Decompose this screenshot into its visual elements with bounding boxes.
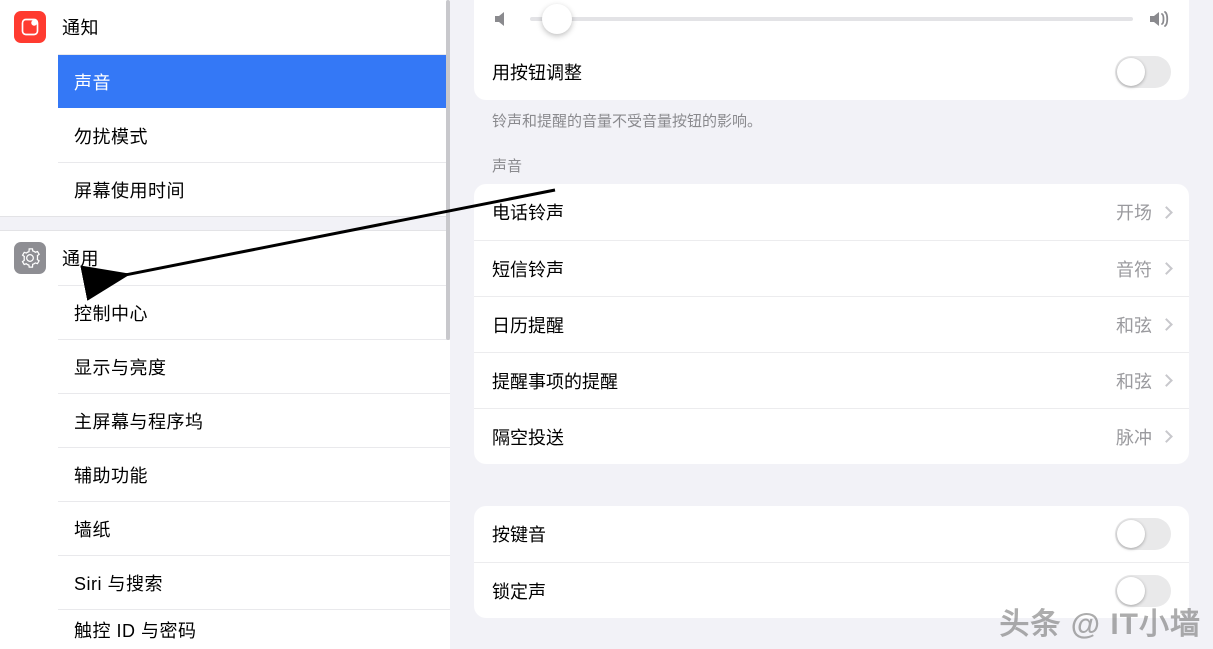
cell-label: 隔空投送	[492, 424, 564, 450]
cell-value: 开场	[1116, 199, 1152, 225]
cell-value: 和弦	[1116, 368, 1152, 394]
sidebar-item-label: 通用	[62, 245, 99, 271]
sidebar-item-label: 屏幕使用时间	[74, 177, 185, 203]
do-not-disturb-icon	[14, 120, 46, 152]
chevron-right-icon	[1160, 374, 1173, 387]
volume-slider[interactable]	[530, 17, 1133, 21]
sidebar-item-accessibility[interactable]: 辅助功能	[58, 447, 450, 501]
sidebar-item-label: 显示与亮度	[74, 354, 167, 380]
sidebar-item-notifications[interactable]: 通知	[0, 0, 450, 54]
sidebar-item-control-center[interactable]: 控制中心	[58, 285, 450, 339]
cell-label: 锁定声	[492, 578, 546, 604]
speaker-low-icon	[492, 7, 516, 31]
group-header-sounds: 声音	[474, 131, 1189, 184]
cell-airdrop[interactable]: 隔空投送 脉冲	[474, 408, 1189, 464]
sound-icon	[14, 66, 46, 98]
sidebar-item-homescreen[interactable]: 主屏幕与程序坞	[58, 393, 450, 447]
sidebar-item-label: 勿扰模式	[74, 123, 148, 149]
cell-label: 日历提醒	[492, 312, 564, 338]
cell-label: 电话铃声	[492, 199, 564, 225]
cell-ringtone[interactable]: 电话铃声 开场	[474, 184, 1189, 240]
cell-value: 音符	[1116, 256, 1152, 282]
screentime-icon	[14, 174, 46, 206]
wallpaper-icon	[14, 513, 46, 545]
cell-label: 短信铃声	[492, 256, 564, 282]
cell-label: 按键音	[492, 521, 546, 547]
cell-label: 提醒事项的提醒	[492, 368, 618, 394]
homescreen-icon	[14, 405, 46, 437]
svg-text:AA: AA	[22, 361, 39, 374]
sidebar-item-label: Siri 与搜索	[74, 570, 163, 596]
footer-text: 铃声和提醒的音量不受音量按钮的影响。	[474, 100, 1189, 131]
cell-texttone[interactable]: 短信铃声 音符	[474, 240, 1189, 296]
sidebar-item-siri[interactable]: Siri 与搜索	[58, 555, 450, 609]
sounds-block: 电话铃声 开场 短信铃声 音符 日历提醒 和弦 提醒事项的提醒 和弦 隔空投送 …	[474, 184, 1189, 464]
sidebar-item-screentime[interactable]: 屏幕使用时间	[58, 162, 450, 216]
sidebar-item-label: 墙纸	[74, 516, 111, 542]
sound-settings-detail: 用按钮调整 铃声和提醒的音量不受音量按钮的影响。 声音 电话铃声 开场 短信铃声…	[450, 0, 1213, 649]
chevron-right-icon	[1160, 206, 1173, 219]
notification-icon	[14, 11, 46, 43]
sidebar-item-display[interactable]: AA 显示与亮度	[58, 339, 450, 393]
sidebar-item-sound[interactable]: 声音	[58, 54, 450, 108]
chevron-right-icon	[1160, 262, 1173, 275]
sidebar-item-dnd[interactable]: 勿扰模式	[58, 108, 450, 162]
sidebar-item-general[interactable]: 通用	[0, 231, 450, 285]
sidebar-scrollbar[interactable]	[446, 0, 450, 340]
cell-calendar[interactable]: 日历提醒 和弦	[474, 296, 1189, 352]
cell-label: 用按钮调整	[492, 59, 582, 85]
chevron-right-icon	[1160, 318, 1173, 331]
volume-slider-row[interactable]	[474, 0, 1189, 44]
cell-value: 脉冲	[1116, 424, 1152, 450]
sidebar-item-label: 通知	[62, 14, 99, 40]
accessibility-icon	[14, 459, 46, 491]
chevron-right-icon	[1160, 430, 1173, 443]
sidebar-item-touchid[interactable]: 触控 ID 与密码	[58, 609, 450, 649]
sidebar-item-wallpaper[interactable]: 墙纸	[58, 501, 450, 555]
sidebar-item-label: 控制中心	[74, 300, 148, 326]
adjust-with-buttons-row[interactable]: 用按钮调整	[474, 44, 1189, 100]
control-center-icon	[14, 297, 46, 329]
cell-reminder[interactable]: 提醒事项的提醒 和弦	[474, 352, 1189, 408]
volume-block: 用按钮调整	[474, 0, 1189, 100]
cell-keyboard-clicks[interactable]: 按键音	[474, 506, 1189, 562]
cell-value: 和弦	[1116, 312, 1152, 338]
sidebar-item-label: 主屏幕与程序坞	[74, 408, 204, 434]
sidebar-divider	[0, 216, 450, 231]
display-icon: AA	[14, 351, 46, 383]
toggle-switch[interactable]	[1115, 56, 1171, 88]
touchid-icon	[14, 614, 46, 646]
watermark: 头条 @ IT小墙	[999, 599, 1201, 643]
sidebar-item-label: 声音	[74, 69, 111, 95]
siri-icon	[14, 567, 46, 599]
settings-sidebar: 通知 声音 勿扰模式 屏幕使用时间 通用	[0, 0, 450, 649]
toggle-switch[interactable]	[1115, 518, 1171, 550]
sidebar-item-label: 辅助功能	[74, 462, 148, 488]
sidebar-item-label: 触控 ID 与密码	[74, 617, 197, 643]
speaker-high-icon	[1147, 7, 1171, 31]
general-icon	[14, 242, 46, 274]
